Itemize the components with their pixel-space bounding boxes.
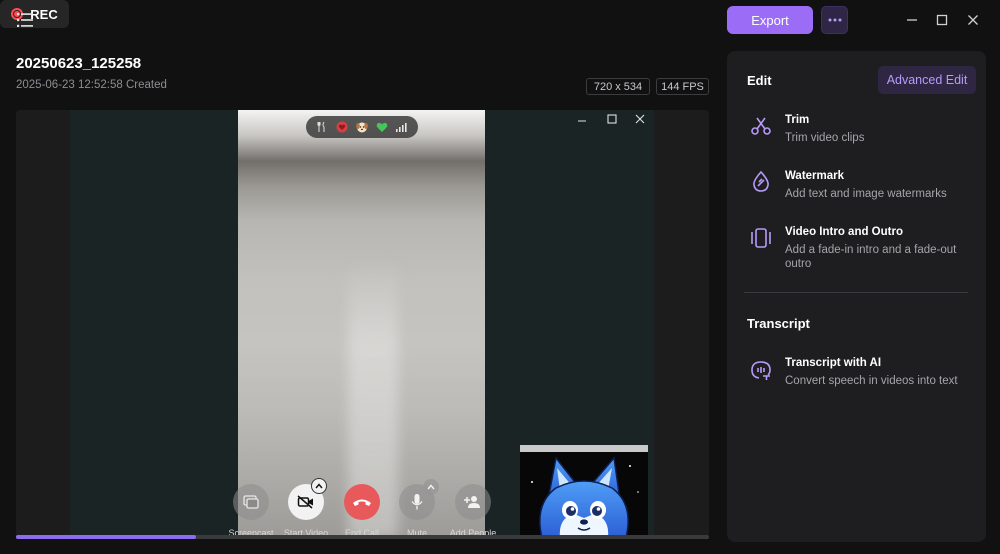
video-preview[interactable]: Screencast Start Video End Call Mute Add… — [16, 110, 709, 538]
scissors-icon — [749, 114, 773, 138]
video-off-icon — [297, 495, 313, 509]
resolution-badge: 720 x 534 — [586, 78, 650, 95]
utensils-icon — [316, 121, 328, 133]
call-maximize-icon[interactable] — [605, 112, 619, 126]
signal-bars-icon — [396, 121, 408, 133]
transcript-ai-tool-description: Convert speech in videos into text — [785, 375, 958, 387]
dog-face-icon — [356, 121, 368, 133]
menu-list-icon[interactable] — [12, 8, 38, 32]
call-status-pill — [306, 116, 418, 138]
advanced-edit-button[interactable]: Advanced Edit — [878, 66, 976, 94]
end-call-button[interactable] — [344, 484, 380, 520]
call-minimize-icon[interactable] — [575, 112, 589, 126]
more-dots-icon — [828, 18, 841, 22]
more-options-button[interactable] — [821, 6, 848, 34]
playback-progress-fill — [16, 535, 197, 539]
window-minimize-icon[interactable] — [902, 10, 922, 30]
heart-red-icon — [336, 121, 348, 133]
video-options-chevron-icon[interactable] — [311, 478, 327, 494]
window-close-icon[interactable] — [963, 10, 983, 30]
add-people-button[interactable] — [455, 484, 491, 520]
trim-tool-name: Trim — [785, 114, 810, 126]
edit-section-title: Edit — [747, 73, 772, 88]
playback-progress-bar[interactable] — [16, 535, 709, 539]
intro-outro-tool-name: Video Intro and Outro — [785, 226, 903, 238]
transcript-ai-tool-name: Transcript with AI — [785, 357, 882, 369]
microphone-icon — [411, 494, 423, 510]
fps-badge: 144 FPS — [656, 78, 709, 95]
export-button[interactable]: Export — [727, 6, 813, 34]
phone-hangup-icon — [353, 499, 371, 506]
window-maximize-icon[interactable] — [932, 10, 952, 30]
edit-side-panel: Edit Advanced Edit Trim Trim video clips… — [727, 51, 986, 542]
file-created-date: 2025-06-23 12:52:58 Created — [16, 79, 167, 91]
fox-avatar-icon — [531, 456, 639, 538]
ai-transcript-icon — [749, 357, 773, 381]
watermark-tool-description: Add text and image watermarks — [785, 188, 947, 200]
watermark-tool-name: Watermark — [785, 170, 845, 182]
add-person-icon — [464, 496, 480, 508]
transcript-section-title: Transcript — [747, 316, 810, 331]
section-divider — [744, 292, 968, 293]
self-view-thumbnail — [520, 445, 648, 538]
watermark-drop-icon — [749, 170, 773, 194]
file-title: 20250623_125258 — [16, 55, 142, 72]
intro-outro-icon — [749, 226, 773, 250]
intro-outro-tool-description: Add a fade-in intro and a fade-out outro — [785, 244, 957, 270]
screencast-icon — [243, 495, 259, 509]
call-video-feed — [238, 110, 485, 538]
heart-green-icon — [376, 121, 388, 133]
screencast-button[interactable] — [233, 484, 269, 520]
trim-tool-description: Trim video clips — [785, 132, 865, 144]
mute-options-chevron-icon[interactable] — [423, 479, 439, 495]
call-close-icon[interactable] — [633, 112, 647, 126]
